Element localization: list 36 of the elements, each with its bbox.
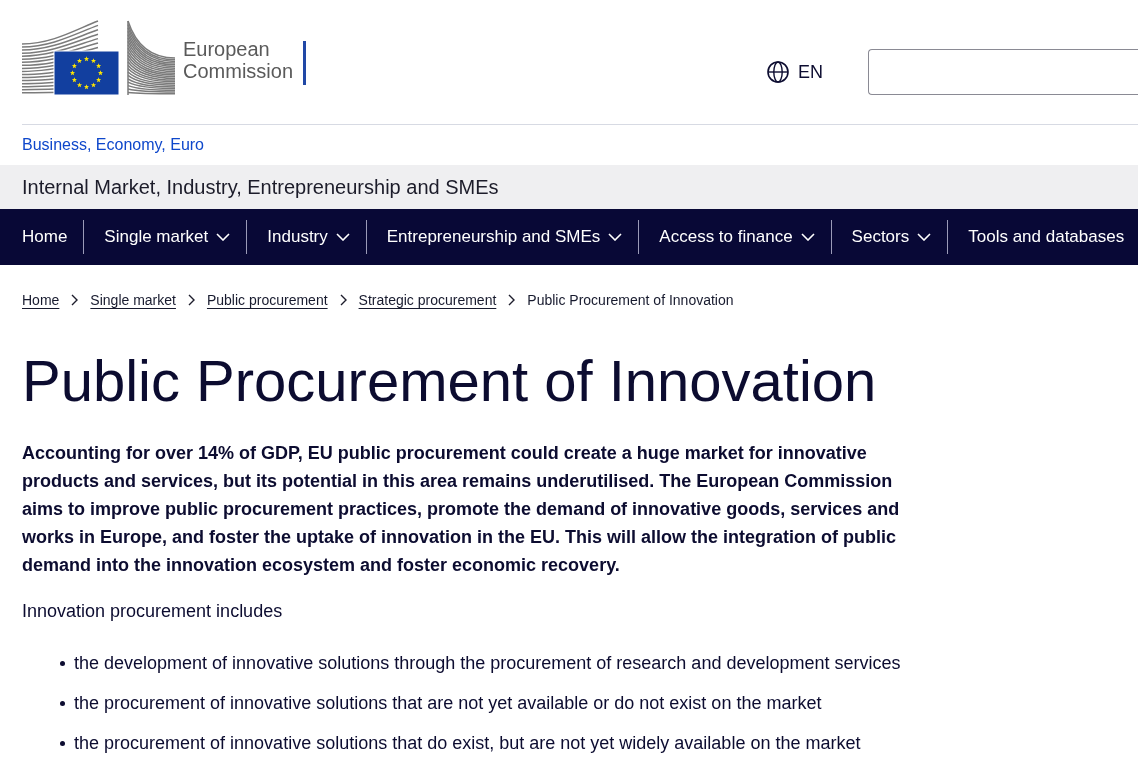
globe-icon: [767, 61, 789, 83]
chevron-down-icon: [800, 233, 815, 241]
nav-link[interactable]: Tools and databases: [948, 220, 1138, 254]
logo-text: European Commission: [183, 36, 294, 82]
list-item-text: the procurement of innovative solutions that are not yet available or do not exist on the market: [74, 692, 822, 715]
chevron-right-icon: [71, 294, 79, 306]
language-button[interactable]: EN: [767, 61, 823, 83]
list-item-text: the procurement of innovative solutions that do exist, but are not yet widely available on the market: [74, 732, 861, 755]
bullet-icon: [60, 660, 65, 666]
chevron-down-icon: [335, 233, 350, 241]
nav-link[interactable]: Home: [2, 220, 85, 254]
breadcrumb-current: Public Procurement of Innovation: [527, 292, 734, 308]
section-title: Internal Market, Industry, Entrepreneurship and SMEs: [22, 175, 499, 199]
breadcrumb-link[interactable]: Single market: [90, 292, 176, 308]
nav-menu-item[interactable]: Single market: [84, 220, 248, 254]
chevron-right-icon: [339, 294, 347, 306]
bullet-icon: [60, 700, 65, 706]
intro-paragraph: Accounting for over 14% of GDP, EU public procurement could create a huge market for innovative products and services, but its potential in this area remains underutilised. The European Commission aims to improve public procurement practices, promote the demand of innovative goods, services and works in Europe, and foster the uptake of innovation in the EU. This will allow the integration of public demand into the innovation ecosystem and foster economic recovery.: [22, 442, 901, 577]
nav-menu-item[interactable]: Entrepreneurship and SMEs: [366, 220, 640, 254]
breadcrumb-link[interactable]: Public procurement: [206, 292, 328, 308]
chevron-right-icon: [508, 294, 516, 306]
page-title: Public Procurement of Innovation: [22, 348, 878, 414]
nav-menu-item[interactable]: Sectors: [831, 220, 949, 254]
breadcrumb-link[interactable]: Strategic procurement: [358, 292, 497, 308]
bullet-icon: [60, 740, 65, 746]
list-intro-text: Innovation procurement includes: [22, 600, 284, 623]
list-item-text: the development of innovative solutions through the procurement of research and development services: [74, 652, 901, 675]
chevron-down-icon: [608, 233, 623, 241]
nav-menu-item[interactable]: Access to finance: [639, 220, 832, 254]
search-field[interactable]: [868, 49, 1138, 95]
breadcrumb-link[interactable]: Home: [22, 292, 60, 308]
chevron-down-icon: [917, 233, 932, 241]
chevron-down-icon: [216, 233, 231, 241]
nav-menu-item[interactable]: Industry: [247, 220, 367, 254]
site-name-link[interactable]: Business, Economy, Euro: [22, 136, 204, 154]
chevron-right-icon: [187, 294, 195, 306]
